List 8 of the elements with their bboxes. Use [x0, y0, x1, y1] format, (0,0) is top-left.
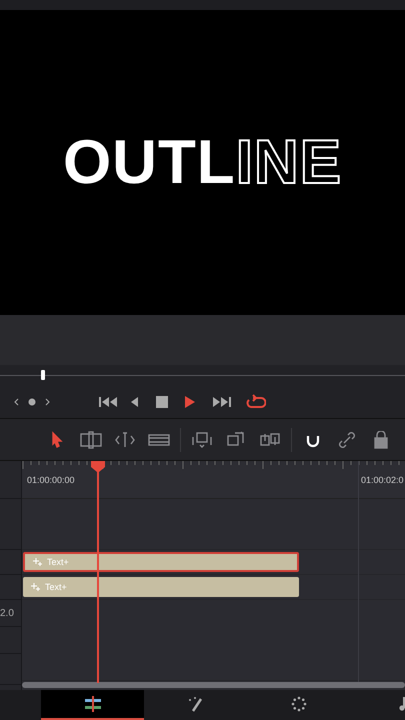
clip-label: Text+: [45, 582, 67, 592]
track-label: 2.0: [0, 600, 21, 627]
timecode: 01:00:02:0: [361, 475, 404, 485]
text-clip[interactable]: Text+: [23, 552, 299, 572]
clip-label: Text+: [47, 557, 69, 567]
timecode: 01:00:00:00: [27, 475, 75, 485]
title-text: OUTLINE: [62, 127, 342, 198]
text-clip[interactable]: Text+: [23, 577, 299, 597]
